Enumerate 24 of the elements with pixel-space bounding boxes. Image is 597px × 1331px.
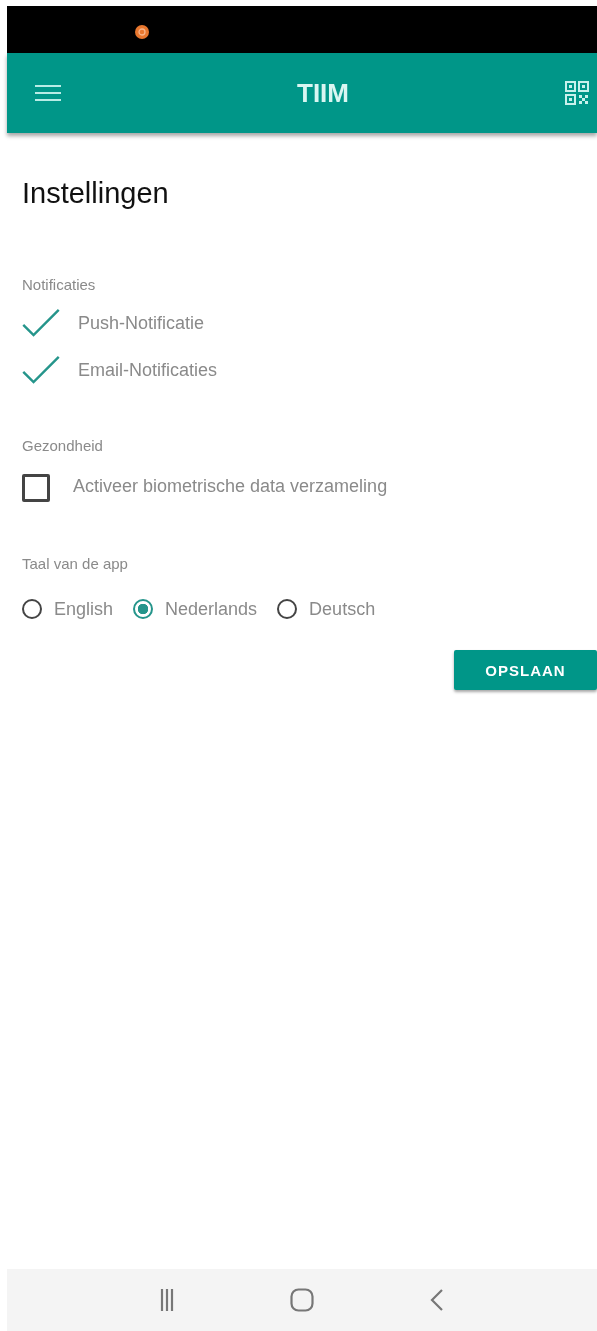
save-button[interactable]: OPSLAAN: [454, 650, 597, 690]
option-label: Activeer biometrische data verzameling: [73, 475, 388, 497]
section-heading: Taal van de app: [22, 555, 129, 572]
menu-icon[interactable]: [35, 84, 61, 102]
checkmark-icon[interactable]: [22, 356, 60, 384]
notification-icon: [135, 24, 149, 39]
radio-button[interactable]: [133, 599, 154, 619]
checkbox[interactable]: [22, 474, 50, 502]
radio-button[interactable]: [277, 599, 298, 619]
home-icon[interactable]: [290, 1288, 314, 1312]
page-title: Instellingen: [22, 177, 170, 210]
qr-code-icon[interactable]: [565, 81, 589, 105]
option-label: English: [54, 598, 114, 620]
back-icon[interactable]: [430, 1288, 444, 1312]
section-heading: Gezondheid: [22, 437, 104, 454]
section-heading: Notificaties: [22, 276, 97, 293]
option-label: Deutsch: [309, 598, 376, 620]
option-label: Nederlands: [165, 598, 258, 620]
checkmark-icon[interactable]: [22, 309, 60, 337]
app-title: TIIM: [297, 77, 349, 109]
radio-button[interactable]: [22, 599, 42, 619]
option-label: Email-Notificaties: [78, 359, 218, 381]
recent-apps-icon[interactable]: [160, 1289, 174, 1311]
option-label: Push-Notificatie: [78, 312, 205, 334]
